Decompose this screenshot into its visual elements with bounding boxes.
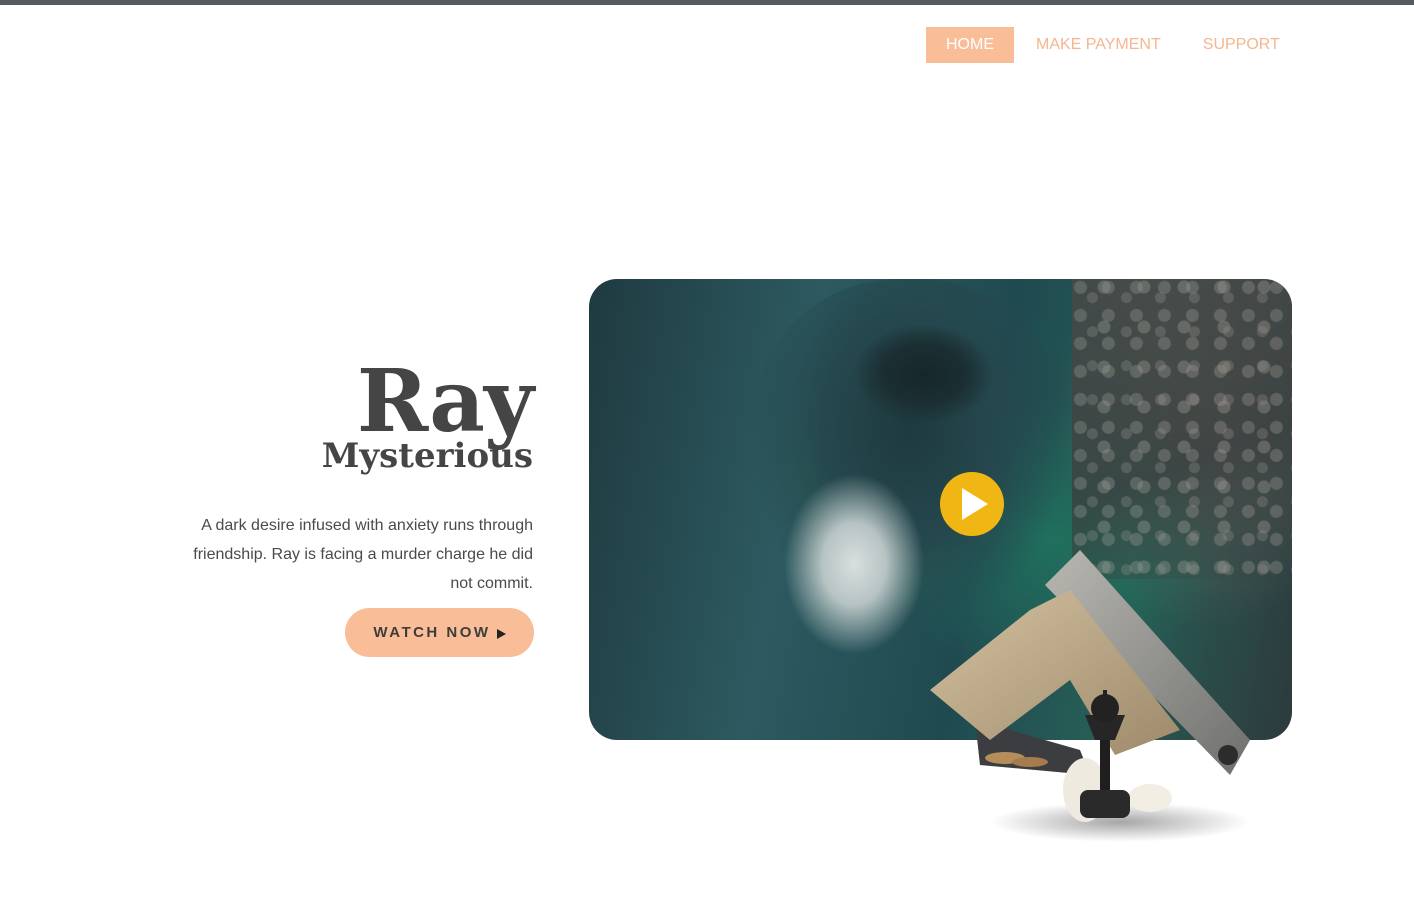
main-navigation: HOME MAKE PAYMENT SUPPORT	[926, 27, 1280, 63]
hero-description: A dark desire infused with anxiety runs …	[193, 517, 533, 592]
nav-make-payment-link[interactable]: MAKE PAYMENT	[1016, 27, 1182, 63]
top-border-bar	[0, 0, 1414, 5]
masked-face	[849, 319, 999, 429]
crowd-background	[1072, 279, 1292, 579]
blurred-fist	[779, 469, 929, 659]
video-play-button[interactable]	[940, 472, 1004, 536]
watch-now-label: WATCH NOW	[373, 624, 491, 641]
hero-subtitle: Mysterious	[321, 436, 533, 476]
nav-home-link[interactable]: HOME	[926, 27, 1014, 63]
nav-support-link[interactable]: SUPPORT	[1182, 27, 1280, 63]
play-arrow-icon	[496, 628, 506, 639]
pistol-and-chess-pieces-image	[930, 550, 1250, 842]
play-icon	[962, 488, 988, 520]
watch-now-button[interactable]: WATCH NOW	[345, 608, 534, 657]
